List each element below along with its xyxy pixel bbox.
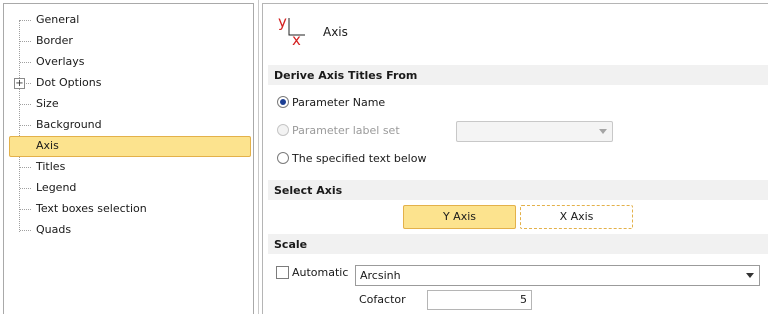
axis-xy-icon: y x	[278, 14, 305, 46]
chevron-down-icon	[599, 129, 607, 134]
tree-item-axis[interactable]: Axis	[0, 136, 259, 157]
scale-type-dropdown[interactable]: Arcsinh	[355, 265, 760, 286]
scale-type-value: Arcsinh	[360, 269, 401, 282]
y-axis-button[interactable]: Y Axis	[403, 205, 516, 229]
tree-item-quads[interactable]: Quads	[0, 220, 259, 241]
icon-x-letter: x	[292, 31, 301, 46]
tree-item-size[interactable]: Size	[0, 94, 259, 115]
automatic-checkbox[interactable]	[276, 266, 289, 279]
tree-connector	[20, 62, 31, 63]
tree-connector	[20, 20, 31, 21]
cofactor-input[interactable]: 5	[427, 290, 532, 310]
radio-button-checked[interactable]	[277, 96, 289, 108]
tree-item-label: Border	[36, 34, 73, 47]
tree-connector	[20, 167, 31, 168]
tree-connector	[20, 104, 31, 105]
radio-parameter-name[interactable]: Parameter Name	[277, 96, 385, 112]
x-axis-button[interactable]: X Axis	[520, 205, 633, 229]
tree-item-label: Axis	[36, 139, 59, 152]
automatic-checkbox-row[interactable]: Automatic	[276, 266, 348, 279]
expand-plus-icon[interactable]: +	[14, 78, 25, 89]
page-title: Axis	[323, 25, 348, 39]
tree-item-label: General	[36, 13, 80, 26]
radio-label: Parameter label set	[292, 124, 400, 137]
tree-item-overlays[interactable]: Overlays	[0, 52, 259, 73]
label-set-dropdown[interactable]	[456, 121, 613, 142]
tree-item-label: Quads	[36, 223, 72, 236]
icon-y-letter: y	[278, 14, 287, 31]
section-scale: Scale	[268, 234, 768, 254]
tree-item-label: Overlays	[36, 55, 85, 68]
tree-connector	[20, 41, 31, 42]
section-select-axis: Select Axis	[268, 180, 768, 200]
radio-button-disabled[interactable]	[277, 124, 289, 136]
tree-item-label: Background	[36, 118, 102, 131]
section-derive-axis-titles: Derive Axis Titles From	[268, 65, 768, 85]
radio-label: The specified text below	[292, 152, 427, 165]
tree-item-text-boxes-selection[interactable]: Text boxes selection	[0, 199, 259, 220]
tree-item-background[interactable]: Background	[0, 115, 259, 136]
tree-item-general[interactable]: General	[0, 10, 259, 31]
radio-label: Parameter Name	[292, 96, 386, 109]
tree-item-border[interactable]: Border	[0, 31, 259, 52]
chevron-down-icon	[746, 273, 754, 278]
radio-specified-text[interactable]: The specified text below	[277, 152, 426, 168]
options-tree: General Border Overlays + Dot Options Si…	[0, 0, 259, 314]
tree-item-titles[interactable]: Titles	[0, 157, 259, 178]
tree-item-label: Legend	[36, 181, 77, 194]
tree-item-legend[interactable]: Legend	[0, 178, 259, 199]
tree-item-label: Dot Options	[36, 76, 102, 89]
automatic-label: Automatic	[292, 266, 349, 279]
radio-parameter-label-set[interactable]: Parameter label set	[277, 124, 400, 140]
tree-item-label: Titles	[36, 160, 66, 173]
tree-item-label: Text boxes selection	[36, 202, 147, 215]
radio-button[interactable]	[277, 152, 289, 164]
tree-item-dot-options[interactable]: + Dot Options	[0, 73, 259, 94]
tree-connector	[20, 209, 31, 210]
tree-item-label: Size	[36, 97, 59, 110]
tree-connector	[20, 125, 31, 126]
tree-connector	[20, 188, 31, 189]
tree-connector	[20, 230, 31, 231]
cofactor-label: Cofactor	[359, 293, 406, 306]
